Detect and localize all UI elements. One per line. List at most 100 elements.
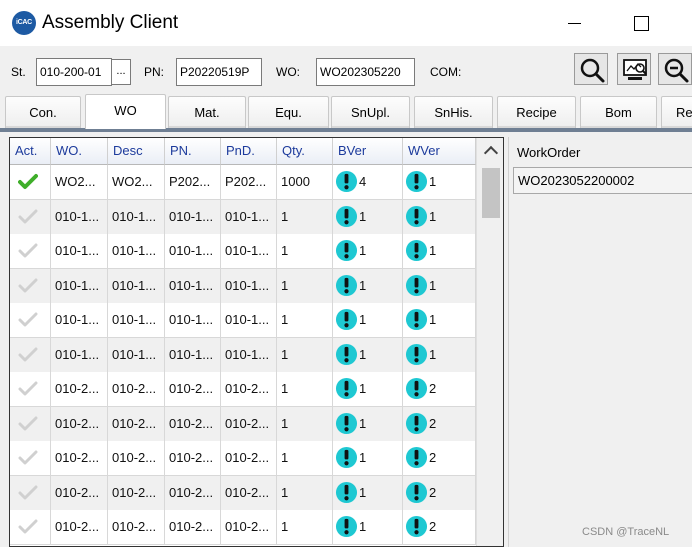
- cell-pnd: 010-2...: [221, 475, 277, 511]
- bver-value: 1: [359, 519, 367, 534]
- exclamation-icon: [335, 170, 358, 193]
- cell-bver: 1: [333, 268, 403, 304]
- column-header-qty[interactable]: Qty.: [277, 138, 333, 165]
- bver-value: 1: [359, 415, 367, 431]
- cell-wo: 010-1...: [51, 199, 108, 235]
- wver-value: 2: [429, 415, 437, 431]
- cell-pn: 010-2...: [165, 372, 221, 407]
- column-header-pnd[interactable]: PnD.: [221, 138, 277, 165]
- tab-equ[interactable]: Equ.: [248, 96, 329, 128]
- bver-value: 1: [359, 312, 367, 327]
- cell-qty: 1: [277, 337, 333, 373]
- bver-value: 4: [359, 174, 367, 189]
- monitor-search-button[interactable]: [617, 53, 651, 85]
- cell-desc: WO2...: [108, 165, 165, 200]
- tab-wo[interactable]: WO: [85, 94, 166, 129]
- monitor-search-icon: [623, 59, 647, 80]
- table-row[interactable]: 010-2... 010-2... 010-2... 010-2... 1 1 2: [10, 372, 476, 407]
- cell-act: [10, 199, 51, 235]
- tab-recipe[interactable]: Recipe: [497, 96, 576, 128]
- tab-re[interactable]: Re: [661, 96, 692, 128]
- tab-bar: Con. WO Mat. Equ. SnUpl. SnHis. Recipe B…: [0, 92, 692, 129]
- table-row[interactable]: 010-2... 010-2... 010-2... 010-2... 1 1 2: [10, 510, 476, 545]
- cell-wver: 1: [403, 234, 476, 269]
- cell-wo: 010-2...: [51, 475, 108, 511]
- toolbar: St. 010-200-01 ... PN: P20220519P WO: WO…: [0, 46, 692, 92]
- column-header-wo[interactable]: WO.: [51, 138, 108, 165]
- workorder-field[interactable]: WO2023052200002: [513, 167, 692, 194]
- search-button[interactable]: [574, 53, 608, 85]
- table-row[interactable]: 010-1... 010-1... 010-1... 010-1... 1 1 1: [10, 234, 476, 269]
- check-icon[interactable]: [18, 380, 38, 398]
- cell-wver: 2: [403, 372, 476, 407]
- table-row[interactable]: 010-2... 010-2... 010-2... 010-2... 1 1 2: [10, 475, 476, 511]
- table-row[interactable]: 010-1... 010-1... 010-1... 010-1... 1 1 1: [10, 268, 476, 304]
- check-icon[interactable]: [18, 415, 38, 433]
- pn-input[interactable]: P20220519P: [176, 58, 262, 86]
- cell-act: [10, 441, 51, 476]
- check-icon[interactable]: [18, 484, 38, 502]
- cell-desc: 010-1...: [108, 234, 165, 269]
- assembly-client-window: iCAC Assembly Client St. 010-200-01 ... …: [0, 0, 692, 547]
- cell-pn: P202...: [165, 165, 221, 200]
- check-icon[interactable]: [18, 346, 38, 364]
- check-icon[interactable]: [18, 311, 38, 329]
- exclamation-icon: [405, 239, 428, 262]
- wo-input[interactable]: WO202305220: [316, 58, 415, 86]
- tab-con[interactable]: Con.: [5, 96, 81, 128]
- watermark: CSDN @TraceNL: [582, 526, 670, 538]
- tab-snhis[interactable]: SnHis.: [414, 96, 493, 128]
- table-row[interactable]: 010-1... 010-1... 010-1... 010-1... 1 1 1: [10, 199, 476, 235]
- cell-qty: 1000: [277, 165, 333, 200]
- cell-pnd: 010-2...: [221, 441, 277, 476]
- check-icon[interactable]: [18, 518, 38, 536]
- tab-mat[interactable]: Mat.: [168, 96, 246, 128]
- cell-act: [10, 406, 51, 442]
- wver-value: 1: [429, 208, 437, 224]
- cell-desc: 010-2...: [108, 441, 165, 476]
- tab-snupl[interactable]: SnUpl.: [331, 96, 410, 128]
- minimize-button[interactable]: [564, 12, 586, 34]
- column-header-wver[interactable]: WVer: [403, 138, 476, 165]
- cell-act: [10, 268, 51, 304]
- check-icon[interactable]: [18, 208, 38, 226]
- cell-wver: 1: [403, 199, 476, 235]
- pn-label: PN:: [144, 65, 165, 79]
- scroll-up-arrow-icon[interactable]: [477, 138, 503, 165]
- column-header-act[interactable]: Act.: [10, 138, 51, 165]
- column-header-desc[interactable]: Desc: [108, 138, 165, 165]
- table-row[interactable]: 010-2... 010-2... 010-2... 010-2... 1 1 2: [10, 406, 476, 442]
- tab-bom[interactable]: Bom: [580, 96, 657, 128]
- scroll-thumb[interactable]: [482, 168, 500, 218]
- cell-wo: 010-2...: [51, 441, 108, 476]
- cell-wo: 010-1...: [51, 337, 108, 373]
- grid-header: Act. WO. Desc PN. PnD. Qty. BVer WVer: [10, 138, 476, 165]
- check-icon[interactable]: [18, 173, 38, 191]
- station-browse-button[interactable]: ...: [111, 59, 131, 85]
- grid-vertical-scrollbar[interactable]: [476, 138, 503, 546]
- maximize-button[interactable]: [630, 12, 652, 34]
- wver-value: 1: [429, 312, 437, 327]
- cell-qty: 1: [277, 475, 333, 511]
- cell-desc: 010-2...: [108, 372, 165, 407]
- cell-bver: 1: [333, 337, 403, 373]
- cell-qty: 1: [277, 372, 333, 407]
- station-input[interactable]: 010-200-01: [36, 58, 112, 86]
- table-row[interactable]: WO2... WO2... P202... P202... 1000 4 1: [10, 165, 476, 200]
- cell-pn: 010-2...: [165, 441, 221, 476]
- exclamation-icon: [335, 446, 358, 469]
- exclamation-icon: [405, 205, 428, 227]
- exclamation-icon: [405, 412, 428, 434]
- cell-pnd: 010-1...: [221, 268, 277, 304]
- check-icon[interactable]: [18, 242, 38, 260]
- column-header-pn[interactable]: PN.: [165, 138, 221, 165]
- table-row[interactable]: 010-1... 010-1... 010-1... 010-1... 1 1 1: [10, 303, 476, 338]
- table-row[interactable]: 010-1... 010-1... 010-1... 010-1... 1 1 1: [10, 337, 476, 373]
- check-icon[interactable]: [18, 449, 38, 467]
- zoom-out-button[interactable]: [658, 53, 692, 85]
- column-header-bver[interactable]: BVer: [333, 138, 403, 165]
- wver-value: 2: [429, 381, 437, 396]
- cell-pn: 010-2...: [165, 510, 221, 545]
- check-icon[interactable]: [18, 277, 38, 295]
- table-row[interactable]: 010-2... 010-2... 010-2... 010-2... 1 1 2: [10, 441, 476, 476]
